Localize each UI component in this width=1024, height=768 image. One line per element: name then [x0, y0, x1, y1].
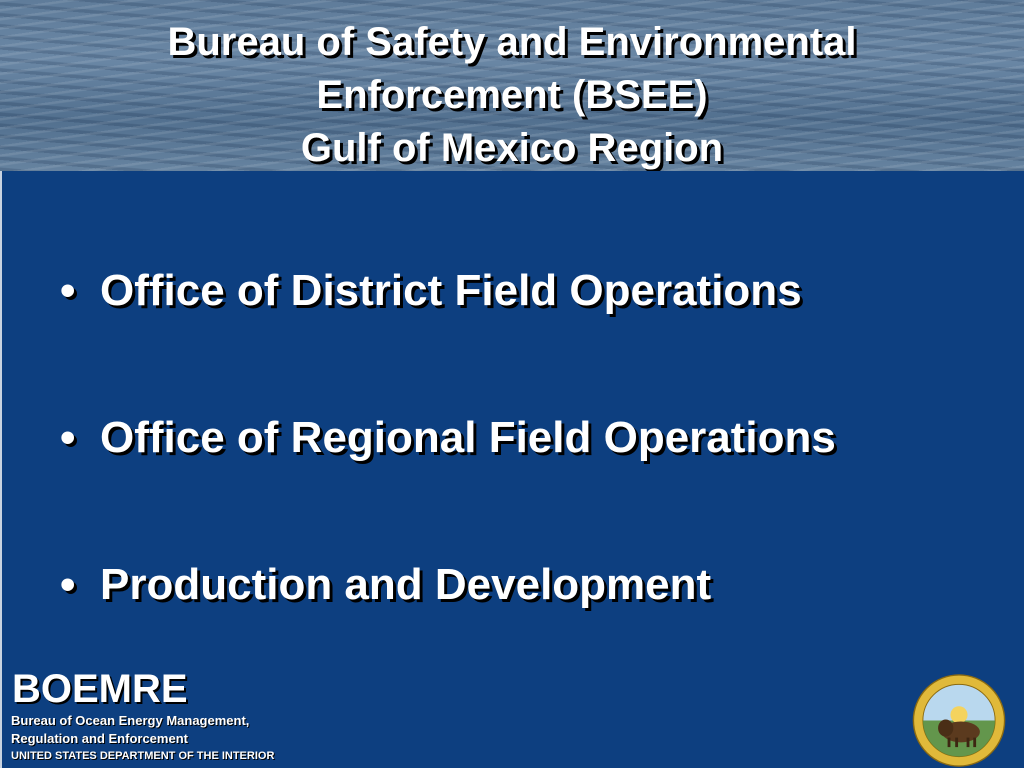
org-name-line-2: Regulation and Enforcement: [11, 731, 188, 746]
bullet-text: Office of District Field Operations: [100, 266, 802, 315]
slide-title: Bureau of Safety and Environmental Enfor…: [0, 16, 1024, 175]
bullet-item-production: • Production and Development: [60, 560, 711, 610]
bullet-dot: •: [60, 413, 76, 462]
bullet-item-regional: • Office of Regional Field Operations: [60, 413, 836, 463]
boemre-logo-text: BOEMRE: [12, 667, 188, 711]
title-line-3: Gulf of Mexico Region: [300, 126, 724, 170]
bullet-item-district: • Office of District Field Operations: [60, 266, 802, 316]
bullet-text: Production and Development: [100, 560, 712, 609]
department-of-interior-seal-icon: [912, 674, 1006, 767]
bullet-dot: •: [60, 560, 76, 609]
title-line-2: Enforcement (BSEE): [316, 73, 708, 117]
title-line-1: Bureau of Safety and Environmental: [167, 20, 857, 64]
bullet-text: Office of Regional Field Operations: [100, 413, 836, 462]
bullet-dot: •: [60, 266, 76, 315]
org-name-line-1: Bureau of Ocean Energy Management,: [11, 713, 250, 728]
department-name: UNITED STATES DEPARTMENT OF THE INTERIOR: [11, 750, 275, 762]
